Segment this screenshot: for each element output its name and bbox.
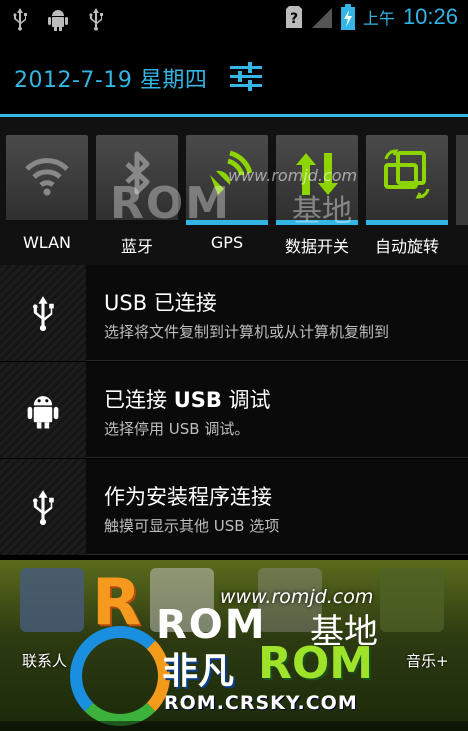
battery-charging-icon [340,4,355,30]
music-app-icon[interactable] [380,568,444,632]
notification-title: USB 已连接 [104,291,217,315]
notification-icon-area [0,459,86,555]
android-debug-icon [48,10,68,31]
toggle-overflow-edge [456,135,468,225]
contacts-app-icon[interactable] [20,568,84,632]
svg-text:?: ? [290,11,298,27]
crsky-url: ROM.CRSKY.COM [164,692,358,714]
toggle-wlan-label: WLAN [22,233,71,252]
usb-icon [89,8,103,31]
status-ampm: 上午 [362,9,395,28]
watermark-jidi: 基地 [292,194,352,229]
signal-icon [311,8,332,28]
status-time: 10:26 [402,4,458,29]
feifan-logo-ring [70,626,170,726]
usb-icon [33,296,54,332]
feifan-logo-text: 非凡 [162,651,235,692]
sim-unknown-icon: ? [285,6,302,28]
toggle-rotate-label: 自动旋转 [374,237,439,256]
notification-usb-connected[interactable]: USB 已连接 选择将文件复制到计算机或从计算机复制到 [0,265,468,361]
notification-title: 已连接 USB 调试 [104,384,271,414]
quick-toggles: WLAN 蓝牙 GPS 数据开关 自动旋转 [0,117,468,265]
watermark-url: www.romjd.com [228,166,358,185]
toggle-rotate[interactable] [366,135,448,225]
notification-icon-area [0,265,86,361]
wifi-icon [25,158,69,196]
notification-text: 选择停用 USB 调试。 [104,420,250,438]
notification-icon-area [0,362,86,458]
title-prefix: 已连接 [104,388,174,412]
notification-text: 触摸可显示其他 USB 选项 [104,517,280,535]
notification-installer[interactable]: 作为安装程序连接 触摸可显示其他 USB 选项 [0,459,468,555]
date-label[interactable]: 2012-7-19 星期四 [14,62,207,94]
android-debug-icon [27,396,59,429]
toggle-gps-label: GPS [210,233,244,252]
notification-title: 作为安装程序连接 [104,485,272,509]
feifan-logo-rom: ROM [258,638,374,689]
notification-text: 选择将文件复制到计算机或从计算机复制到 [104,323,390,341]
usb-icon [13,8,27,31]
auto-rotate-icon [384,149,430,199]
contacts-label: 联系人 [22,652,68,670]
settings-sliders-icon[interactable] [228,60,264,92]
watermark-rom: ROM [110,178,232,229]
usb-icon [33,490,54,526]
toggle-data-label: 数据开关 [284,237,349,256]
bottom-shade [0,721,468,731]
title-suffix: 调试 [221,388,271,412]
notification-header: 2012-7-19 星期四 [0,38,468,116]
music-label: 音乐+ [406,652,449,670]
title-usb: USB [173,388,222,412]
toggle-wlan[interactable] [6,135,88,225]
home-screen-background: 联系人 音乐+ R www.romjd.com ROM 基地 非凡 ROM RO… [0,560,468,731]
status-bar[interactable]: ? 上午 10:26 [0,0,468,38]
notification-usb-debug[interactable]: 已连接 USB 调试 选择停用 USB 调试。 [0,362,468,458]
toggle-bluetooth-label: 蓝牙 [120,237,153,256]
